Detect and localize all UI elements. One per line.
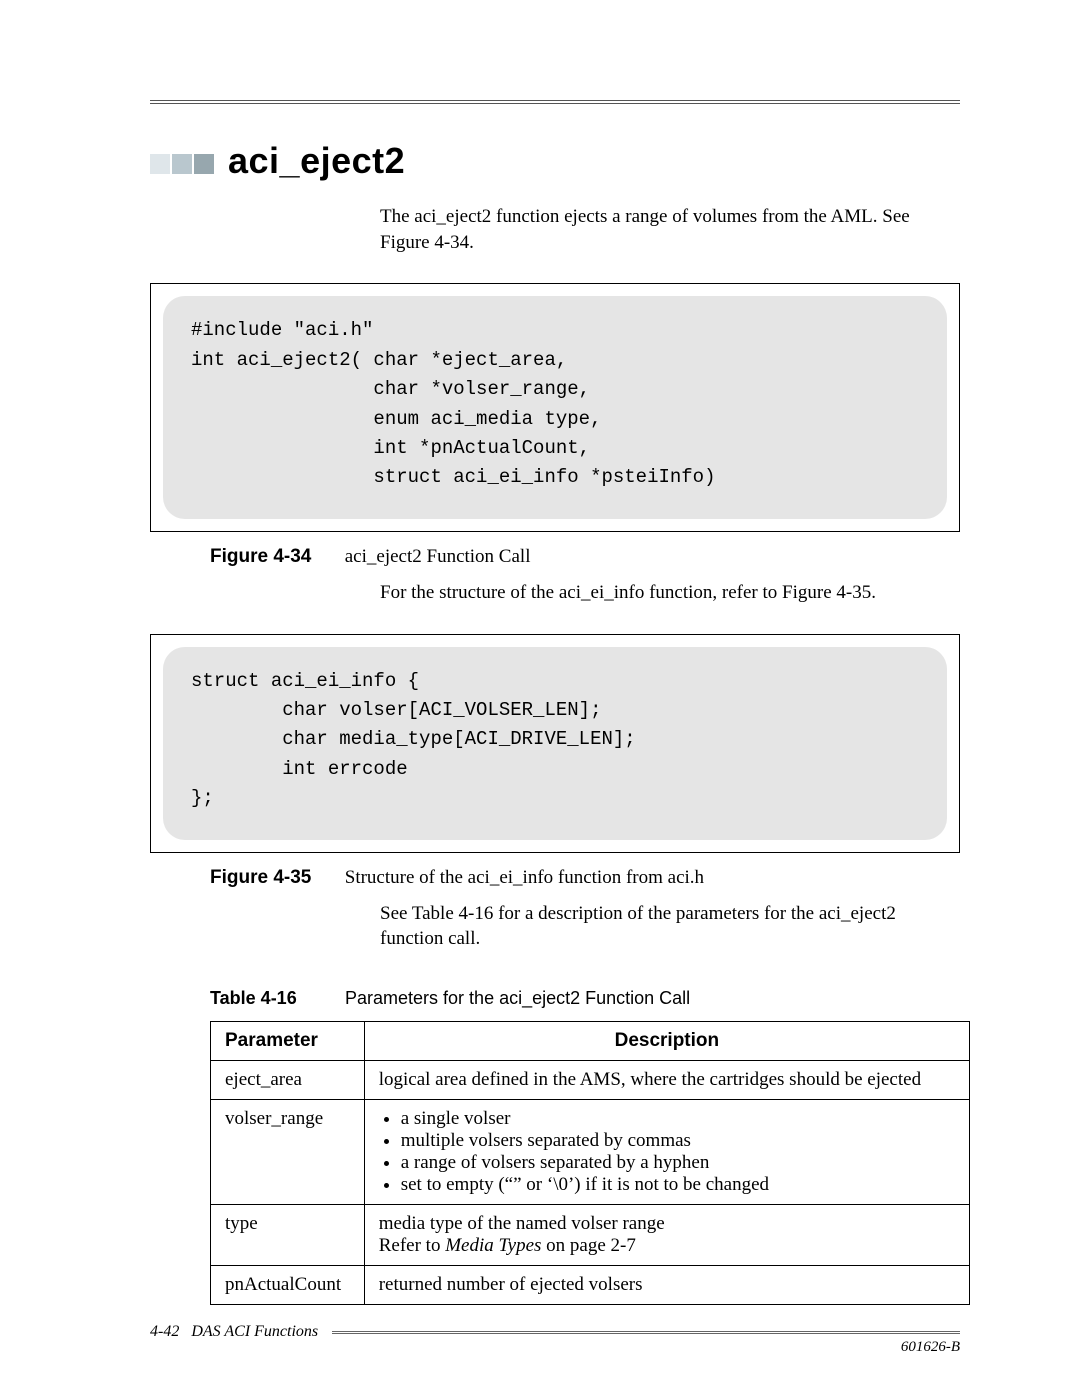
table-header-row: Parameter Description: [211, 1022, 970, 1061]
th-description: Description: [364, 1022, 969, 1061]
code-block-2: struct aci_ei_info { char volser[ACI_VOL…: [163, 647, 947, 840]
cell-desc: logical area defined in the AMS, where t…: [364, 1061, 969, 1100]
footer-section-title: DAS ACI Functions: [191, 1323, 318, 1340]
figure-34-title: aci_eject2 Function Call: [345, 546, 531, 567]
top-rule: [150, 100, 960, 104]
figure-35-label: Figure 4-35: [210, 867, 340, 889]
section-title: aci_eject2: [228, 140, 405, 182]
figure-35-codebox: struct aci_ei_info { char volser[ACI_VOL…: [150, 634, 960, 853]
page-footer: 4-42 DAS ACI Functions 601626-B: [150, 1323, 960, 1341]
section-heading-row: aci_eject2: [150, 140, 960, 182]
figure-35-title: Structure of the aci_ei_info function fr…: [345, 867, 704, 888]
type-desc-pre: Refer to: [379, 1235, 445, 1256]
cell-param: pnActualCount: [211, 1266, 365, 1305]
code-block-1: #include "aci.h" int aci_eject2( char *e…: [163, 296, 947, 519]
table-row: eject_area logical area defined in the A…: [211, 1061, 970, 1100]
table-row: pnActualCount returned number of ejected…: [211, 1266, 970, 1305]
cell-desc: media type of the named volser range Ref…: [364, 1205, 969, 1266]
table-row: volser_range a single volser multiple vo…: [211, 1100, 970, 1205]
figure-34-codebox: #include "aci.h" int aci_eject2( char *e…: [150, 283, 960, 532]
type-desc-post: on page 2-7: [541, 1235, 635, 1256]
footer-page-number: 4-42: [150, 1323, 179, 1340]
list-item: a range of volsers separated by a hyphen: [401, 1152, 955, 1174]
cell-desc: returned number of ejected volsers: [364, 1266, 969, 1305]
figure-34-caption: Figure 4-34 aci_eject2 Function Call: [210, 546, 960, 568]
list-item: set to empty (“” or ‘\0’) if it is not t…: [401, 1174, 955, 1196]
after-fig34-paragraph: For the structure of the aci_ei_info fun…: [380, 580, 960, 606]
media-types-ref: Media Types: [445, 1235, 541, 1256]
table-16-caption: Table 4-16 Parameters for the aci_eject2…: [210, 988, 960, 1009]
type-desc-line2: Refer to Media Types on page 2-7: [379, 1235, 955, 1257]
cell-param: type: [211, 1205, 365, 1266]
volser-bullets: a single volser multiple volsers separat…: [379, 1108, 955, 1196]
table-16-title: Parameters for the aci_eject2 Function C…: [345, 988, 690, 1008]
footer-rule-line: [332, 1331, 960, 1334]
list-item: multiple volsers separated by commas: [401, 1130, 955, 1152]
cell-param: volser_range: [211, 1100, 365, 1205]
heading-squares-icon: [150, 148, 214, 174]
table-row: type media type of the named volser rang…: [211, 1205, 970, 1266]
list-item: a single volser: [401, 1108, 955, 1130]
cell-desc: a single volser multiple volsers separat…: [364, 1100, 969, 1205]
table-16-label: Table 4-16: [210, 988, 340, 1009]
footer-doc-number: 601626-B: [901, 1339, 960, 1356]
cell-param: eject_area: [211, 1061, 365, 1100]
figure-34-label: Figure 4-34: [210, 546, 340, 568]
th-parameter: Parameter: [211, 1022, 365, 1061]
figure-35-caption: Figure 4-35 Structure of the aci_ei_info…: [210, 867, 960, 889]
after-fig35-paragraph: See Table 4-16 for a description of the …: [380, 901, 960, 952]
type-desc-line1: media type of the named volser range: [379, 1213, 955, 1235]
intro-paragraph: The aci_eject2 function ejects a range o…: [380, 204, 960, 255]
parameters-table: Parameter Description eject_area logical…: [210, 1021, 970, 1305]
